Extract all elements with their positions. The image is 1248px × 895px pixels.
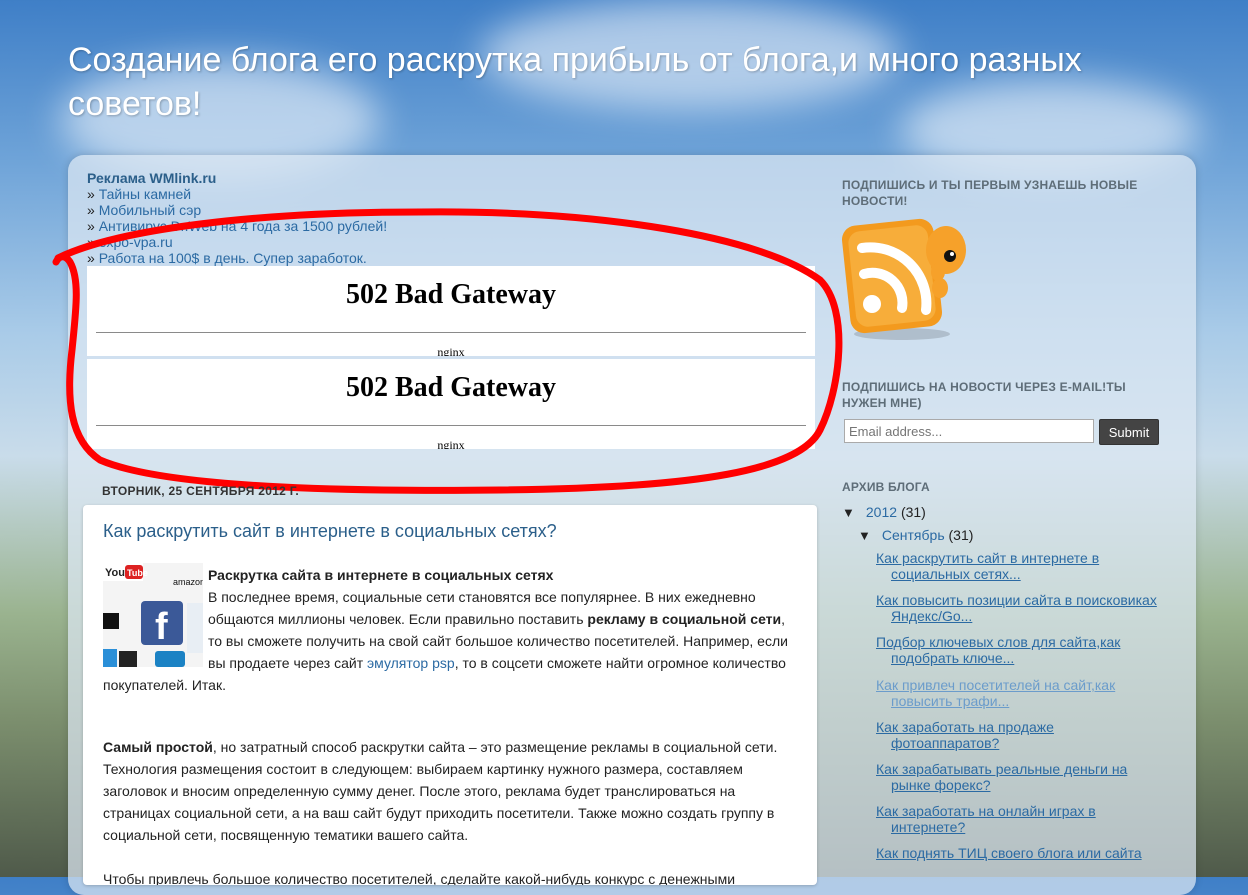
archive-month-count: (31) [948, 527, 974, 543]
triangle-down-icon[interactable]: ▼ [842, 503, 862, 523]
blog-title[interactable]: Создание блога его раскрутка прибыль от … [68, 38, 1178, 126]
archive-post-line: повысить трафи... [891, 693, 1010, 709]
divider [96, 332, 806, 333]
archive-post-link[interactable]: Подбор ключевых слов для сайта,как подобр… [876, 634, 1166, 666]
ad-link[interactable]: expo-vpa.ru [99, 234, 173, 250]
post-lead: Раскрутка сайта в интернете в социальных… [208, 567, 554, 583]
ad-link[interactable]: Антивирус Dr.Web на 4 года за 1500 рубле… [99, 218, 387, 234]
blog-archive: ▼ 2012 (31) ▼ Сентябрь (31) [842, 502, 1172, 548]
archive-post-line: интернете? [891, 819, 966, 835]
post-paragraph: Самый простой, но затратный способ раскр… [103, 736, 793, 846]
triangle-down-icon[interactable]: ▼ [858, 526, 878, 546]
error-server: nginx [437, 438, 465, 449]
archive-post-link[interactable]: Как заработать на онлайн играх в интернет… [876, 803, 1166, 835]
post-paragraph: Раскрутка сайта в интернете в социальных… [103, 564, 793, 696]
error-title: 502 Bad Gateway [346, 279, 556, 310]
error-frame: 502 Bad Gateway nginx [87, 266, 815, 356]
error-server: nginx [437, 345, 465, 356]
post-title-link[interactable]: Как раскрутить сайт в интернете в социал… [103, 521, 557, 542]
archive-post-line: Как поднять ТИЦ своего блога или сайта [876, 845, 1142, 861]
ad-link[interactable]: Работа на 100$ в день. Супер заработок. [99, 250, 367, 266]
archive-year-row: ▼ 2012 (31) [842, 502, 1172, 525]
archive-post-link[interactable]: Как поднять ТИЦ своего блога или сайта [876, 845, 1166, 861]
archive-heading: АРХИВ БЛОГА [842, 480, 930, 494]
post-card: Как раскрутить сайт в интернете в социал… [83, 505, 817, 885]
archive-post-line: Как зарабатывать реальные деньги на [876, 761, 1128, 777]
archive-post-line: рынке форекс? [891, 777, 991, 793]
rss-heading: ПОДПИШИСЬ И ТЫ ПЕРВЫМ УЗНАЕШЬ НОВЫЕ НОВО… [842, 178, 1138, 208]
archive-post-link[interactable]: Как зарабатывать реальные деньги на рынке… [876, 761, 1166, 793]
ad-item: » Тайны камней [87, 186, 192, 202]
ads-header[interactable]: Реклама WMlink.ru [87, 170, 807, 186]
archive-post-line: Как повысить позиции сайта в поисковиках [876, 592, 1157, 608]
archive-month-link[interactable]: Сентябрь [882, 527, 945, 543]
emulator-psp-link[interactable]: эмулятор psp [367, 655, 455, 671]
ad-link[interactable]: Тайны камней [99, 186, 191, 202]
archive-year-count: (31) [900, 504, 926, 520]
archive-post-link[interactable]: Как раскрутить сайт в интернете в социаль… [876, 550, 1166, 582]
ad-item: » Антивирус Dr.Web на 4 года за 1500 руб… [87, 218, 388, 234]
archive-post-line: Как привлеч посетителей на сайт,как [876, 677, 1116, 693]
post-date-header: ВТОРНИК, 25 СЕНТЯБРЯ 2012 Г. [102, 484, 300, 498]
ad-link[interactable]: Мобильный сэр [99, 202, 202, 218]
archive-post-link[interactable]: Как заработать на продаже фотоаппаратов? [876, 719, 1166, 751]
archive-post-line: социальных сетях... [891, 566, 1021, 582]
archive-post-line: Как заработать на продаже [876, 719, 1054, 735]
ad-item: » expo-vpa.ru [87, 234, 173, 250]
rss-feed-icon[interactable] [841, 212, 972, 342]
archive-post-link[interactable]: Как повысить позиции сайта в поисковиках… [876, 592, 1166, 624]
archive-year-link[interactable]: 2012 [866, 504, 897, 520]
ad-item: » Мобильный сэр [87, 202, 202, 218]
rss-mascot-icon [841, 218, 966, 340]
archive-post-line: Как раскрутить сайт в интернете в [876, 550, 1100, 566]
ad-links-block: Реклама WMlink.ru » Тайны камней » Мобил… [87, 170, 807, 266]
submit-button[interactable]: Submit [1099, 419, 1159, 445]
email-input[interactable] [844, 419, 1094, 443]
archive-post-line: подобрать ключе... [891, 650, 1015, 666]
error-title: 502 Bad Gateway [346, 372, 556, 403]
post-text: Чтобы привлечь большое количество посети… [103, 871, 736, 885]
archive-post-line: Яндекс/Go... [891, 608, 973, 624]
error-frame: 502 Bad Gateway nginx [87, 359, 815, 449]
divider [96, 425, 806, 426]
ad-item: » Работа на 100$ в день. Супер заработок… [87, 250, 367, 266]
post-body: Раскрутка сайта в интернете в социальных… [103, 564, 793, 885]
archive-month-row: ▼ Сентябрь (31) [842, 525, 1172, 548]
archive-post-link[interactable]: Как привлеч посетителей на сайт,как повыс… [876, 677, 1166, 709]
post-bold-text: рекламу в социальной сети [587, 611, 782, 627]
archive-post-line: Подбор ключевых слов для сайта,как [876, 634, 1121, 650]
post-bold-text: Самый простой [103, 739, 213, 755]
archive-post-line: фотоаппаратов? [891, 735, 1000, 751]
archive-post-line: Как заработать на онлайн играх в [876, 803, 1096, 819]
email-heading: ПОДПИШИСЬ НА НОВОСТИ ЧЕРЕЗ E-MAIL!ТЫ НУЖ… [842, 380, 1126, 410]
